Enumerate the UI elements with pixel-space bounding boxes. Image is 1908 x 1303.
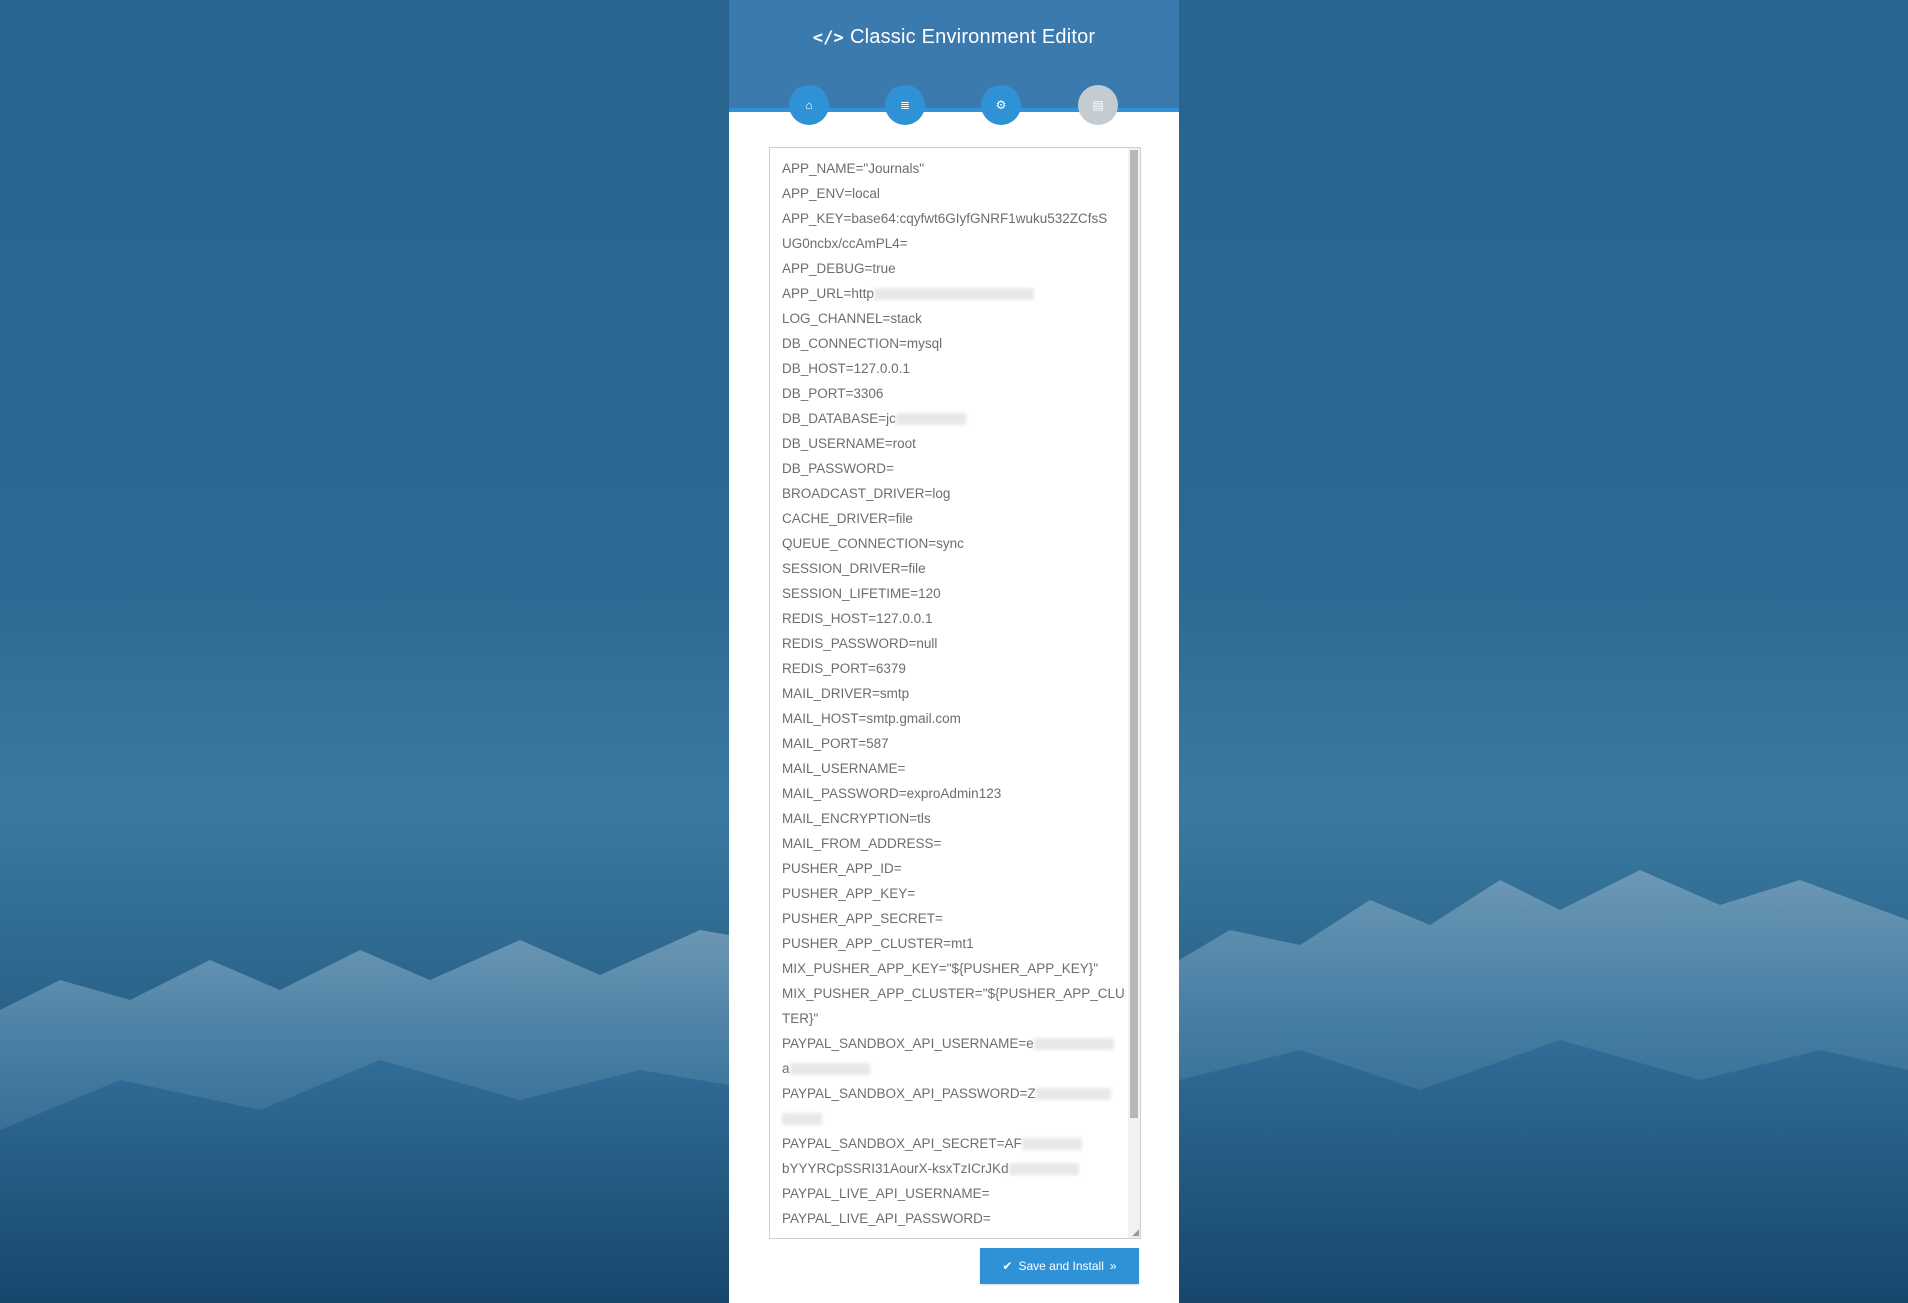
redacted-text [873, 288, 1034, 301]
editor-line: MAIL_USERNAME= [782, 761, 906, 776]
editor-line: PAYPAL_SANDBOX_API_PASSWORD=Z [782, 1081, 1126, 1106]
editor-line: CACHE_DRIVER=file [782, 511, 913, 526]
step-environment[interactable]: ⚙ [981, 85, 1021, 125]
editor-line: APP_ENV=local [782, 186, 880, 201]
editor-line: APP_URL=http [782, 281, 1126, 306]
editor-line: DB_CONNECTION=mysql [782, 336, 943, 351]
redacted-text [1021, 1138, 1082, 1151]
editor-line: MAIL_PASSWORD=exproAdmin123 [782, 786, 1002, 801]
editor-line: PUSHER_APP_CLUSTER=mt1 [782, 936, 974, 951]
editor-line: DB_HOST=127.0.0.1 [782, 361, 910, 376]
editor-line: bYYYRCpSSRI31AourX-ksxTzICrJKd [782, 1156, 1126, 1181]
save-and-install-button[interactable]: ✔ Save and Install » [980, 1248, 1139, 1284]
page-title: </> Classic Environment Editor [729, 26, 1179, 49]
wizard-steps: ⌂ ≣ ⚙ ▤ [729, 85, 1179, 127]
editor-line: REDIS_PORT=6379 [782, 661, 906, 676]
step-install: ▤ [1078, 85, 1118, 125]
editor-line: DB_DATABASE=jc [782, 406, 1126, 431]
editor-line: TER}" [782, 1011, 819, 1026]
server-icon: ▤ [1092, 98, 1104, 112]
page-title-text: Classic Environment Editor [850, 26, 1096, 48]
editor-line: DB_PORT=3306 [782, 386, 884, 401]
editor-line: UG0ncbx/ccAmPL4= [782, 236, 908, 251]
redacted-text [789, 1063, 870, 1076]
editor-line: MIX_PUSHER_APP_KEY="${PUSHER_APP_KEY}" [782, 961, 1099, 976]
editor-line: PUSHER_APP_ID= [782, 861, 902, 876]
editor-line: PUSHER_APP_KEY= [782, 886, 916, 901]
redacted-text [1035, 1088, 1111, 1101]
step-home[interactable]: ⌂ [789, 85, 829, 125]
editor-line: MAIL_ENCRYPTION=tls [782, 811, 931, 826]
redacted-text [1008, 1163, 1079, 1176]
editor-line: DB_PASSWORD= [782, 461, 894, 476]
double-chevron-right-icon: » [1109, 1259, 1117, 1273]
editor-line: SESSION_DRIVER=file [782, 561, 926, 576]
check-icon: ✔ [1002, 1259, 1013, 1273]
step-requirements[interactable]: ≣ [885, 85, 925, 125]
installer-panel: </> Classic Environment Editor ⌂ ≣ ⚙ ▤ AP… [729, 0, 1179, 1303]
editor-line: MIX_PUSHER_APP_CLUSTER="${PUSHER_APP_CLU… [782, 986, 1126, 1001]
editor-line: PAYPAL_SANDBOX_API_USERNAME=e [782, 1031, 1126, 1056]
home-icon: ⌂ [805, 98, 813, 112]
resize-handle-icon[interactable]: ◢ [1129, 1227, 1139, 1237]
editor-line: PAYPAL_LIVE_API_PASSWORD= [782, 1211, 991, 1226]
editor-scrollbar[interactable] [1128, 148, 1140, 1238]
editor-line: QUEUE_CONNECTION=sync [782, 536, 964, 551]
save-button-label: Save and Install [1018, 1259, 1104, 1273]
gear-icon: ⚙ [995, 98, 1007, 112]
editor-line: MAIL_DRIVER=smtp [782, 686, 910, 701]
editor-line: MAIL_FROM_ADDRESS= [782, 836, 942, 851]
editor-line: APP_NAME="Journals" [782, 161, 925, 176]
editor-line: APP_KEY=base64:cqyfwt6GIyfGNRF1wuku532ZC… [782, 211, 1108, 226]
editor-line: PAYPAL_LIVE_API_USERNAME= [782, 1186, 990, 1201]
redacted-text [1033, 1038, 1114, 1051]
editor-line: MAIL_HOST=smtp.gmail.com [782, 711, 961, 726]
editor-line: APP_DEBUG=true [782, 261, 896, 276]
editor-line: DB_USERNAME=root [782, 436, 916, 451]
env-editor-content[interactable]: APP_NAME="Journals" APP_ENV=local APP_KEY=… [770, 148, 1126, 1238]
editor-line: REDIS_HOST=127.0.0.1 [782, 611, 933, 626]
editor-line: BROADCAST_DRIVER=log [782, 486, 951, 501]
editor-line: SESSION_LIFETIME=120 [782, 586, 941, 601]
editor-line: PUSHER_APP_SECRET= [782, 911, 943, 926]
editor-line: REDIS_PASSWORD=null [782, 636, 938, 651]
editor-line: MAIL_PORT=587 [782, 736, 889, 751]
list-icon: ≣ [899, 98, 911, 112]
env-editor-textarea[interactable]: APP_NAME="Journals" APP_ENV=local APP_KEY=… [769, 147, 1141, 1239]
code-icon: </> [812, 28, 844, 48]
editor-line: LOG_CHANNEL=stack [782, 311, 922, 326]
editor-line [782, 1106, 1126, 1131]
editor-line: a [782, 1056, 1126, 1081]
editor-scroll-thumb[interactable] [1130, 150, 1138, 1118]
redacted-text [895, 413, 966, 426]
editor-line: PAYPAL_SANDBOX_API_SECRET=AF [782, 1131, 1126, 1156]
redacted-text [782, 1113, 822, 1126]
